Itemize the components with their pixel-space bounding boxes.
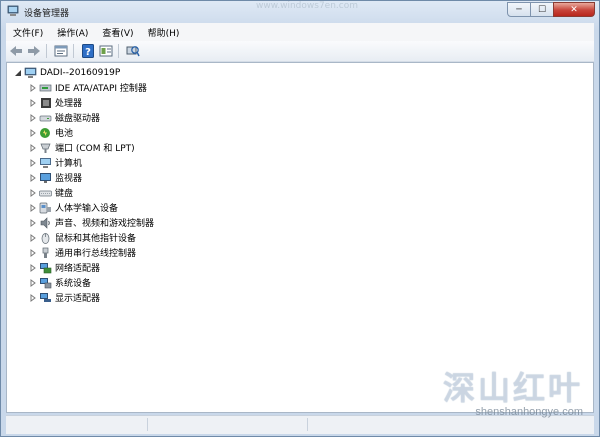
watermark-logo: 深山红叶 bbox=[442, 369, 583, 407]
menu-view[interactable]: 查看(V) bbox=[95, 26, 140, 39]
tree-item[interactable]: 磁盘驱动器 bbox=[28, 110, 100, 125]
tree-item-label: 人体学输入设备 bbox=[55, 204, 119, 214]
expand-icon[interactable] bbox=[28, 263, 37, 272]
device-manager-app-icon bbox=[7, 5, 19, 17]
expand-icon[interactable] bbox=[28, 248, 37, 257]
tree-item[interactable]: 网络适配器 bbox=[28, 260, 100, 275]
expand-icon[interactable] bbox=[28, 98, 37, 107]
tree-item[interactable]: 通用串行总线控制器 bbox=[28, 245, 136, 260]
tree-item[interactable]: 键盘 bbox=[28, 185, 73, 200]
expand-icon[interactable] bbox=[28, 113, 37, 122]
expand-icon[interactable] bbox=[28, 143, 37, 152]
tree-item[interactable]: 电池 bbox=[28, 125, 73, 140]
close-button[interactable]: ✕ bbox=[553, 2, 595, 17]
maximize-icon: ☐ bbox=[537, 4, 547, 15]
menu-file[interactable]: 文件(F) bbox=[6, 26, 50, 39]
expand-icon[interactable] bbox=[28, 233, 37, 242]
window-title: 设备管理器 bbox=[24, 9, 70, 19]
expand-icon[interactable] bbox=[28, 83, 37, 92]
expand-icon[interactable] bbox=[28, 218, 37, 227]
tree-item[interactable]: 声音、视频和游戏控制器 bbox=[28, 215, 154, 230]
ide-controller-icon bbox=[39, 82, 52, 94]
tree-item[interactable]: 鼠标和其他指针设备 bbox=[28, 230, 136, 245]
menu-action[interactable]: 操作(A) bbox=[50, 26, 95, 39]
battery-icon bbox=[39, 127, 52, 139]
maximize-button[interactable]: ☐ bbox=[530, 2, 554, 17]
toolbar-separator bbox=[118, 44, 119, 58]
mouse-icon bbox=[39, 232, 52, 244]
watermark: 深山红叶 shenshanhongye.com bbox=[433, 371, 583, 418]
tree-item[interactable]: 端口 (COM 和 LPT) bbox=[28, 140, 135, 155]
tree-item[interactable]: 系统设备 bbox=[28, 275, 91, 290]
minimize-button[interactable]: ─ bbox=[507, 2, 531, 17]
forward-icon[interactable] bbox=[26, 43, 42, 59]
tree-item-label: 磁盘驱动器 bbox=[55, 114, 101, 124]
network-icon bbox=[39, 262, 52, 274]
tree-item-label: 计算机 bbox=[55, 159, 83, 169]
tree-item-label: 鼠标和其他指针设备 bbox=[55, 234, 137, 244]
tree-item-label: 监视器 bbox=[55, 174, 83, 184]
tree-item[interactable]: 处理器 bbox=[28, 95, 82, 110]
tree-item[interactable]: IDE ATA/ATAPI 控制器 bbox=[28, 80, 147, 95]
tree-item-label: 通用串行总线控制器 bbox=[55, 249, 137, 259]
toolbar: ? bbox=[6, 41, 594, 62]
tree-item-label: 网络适配器 bbox=[55, 264, 101, 274]
tree-item[interactable]: 计算机 bbox=[28, 155, 82, 170]
device-manager-window: 设备管理器 www.windows7en.com ─ ☐ ✕ 文件(F) 操作(… bbox=[0, 0, 600, 437]
tree-item-label: 端口 (COM 和 LPT) bbox=[55, 144, 135, 154]
computer-icon bbox=[39, 157, 52, 169]
toolbar-separator bbox=[73, 44, 74, 58]
processor-icon bbox=[39, 97, 52, 109]
tree-root-label: DADI--20160919P bbox=[40, 67, 121, 78]
tree-item-label: 显示适配器 bbox=[55, 294, 101, 304]
tree-item-label: 处理器 bbox=[55, 99, 83, 109]
expand-icon[interactable] bbox=[28, 128, 37, 137]
svg-text:?: ? bbox=[85, 47, 91, 58]
system-device-icon bbox=[39, 277, 52, 289]
expand-icon[interactable] bbox=[28, 173, 37, 182]
monitor-icon bbox=[39, 172, 52, 184]
port-icon bbox=[39, 142, 52, 154]
tree-item-label: 声音、视频和游戏控制器 bbox=[55, 219, 155, 229]
tree-item-label: IDE ATA/ATAPI 控制器 bbox=[55, 84, 147, 94]
disk-drive-icon bbox=[39, 112, 52, 124]
toolbar-separator bbox=[46, 44, 47, 58]
usb-icon bbox=[39, 247, 52, 259]
display-adapter-icon bbox=[39, 292, 52, 304]
tree-item-label: 系统设备 bbox=[55, 279, 92, 289]
tree-item[interactable]: 显示适配器 bbox=[28, 290, 100, 305]
expand-icon[interactable] bbox=[28, 188, 37, 197]
view-icon[interactable] bbox=[98, 43, 114, 59]
status-divider bbox=[146, 418, 148, 431]
expand-icon[interactable] bbox=[28, 158, 37, 167]
expand-icon[interactable] bbox=[28, 278, 37, 287]
tree-item[interactable]: 监视器 bbox=[28, 170, 82, 185]
title-bar[interactable]: 设备管理器 www.windows7en.com ─ ☐ ✕ bbox=[1, 1, 599, 22]
hid-icon bbox=[39, 202, 52, 214]
status-divider bbox=[306, 418, 308, 431]
minimize-icon: ─ bbox=[516, 4, 522, 15]
device-tree[interactable]: DADI--20160919P IDE ATA/ATAPI 控制器 处理器 磁盘… bbox=[6, 62, 594, 413]
tree-item-label: 电池 bbox=[55, 129, 74, 139]
collapse-icon[interactable] bbox=[13, 68, 22, 77]
tree-item-label: 键盘 bbox=[55, 189, 74, 199]
back-icon[interactable] bbox=[8, 43, 24, 59]
menu-help[interactable]: 帮助(H) bbox=[141, 26, 187, 39]
tree-root-node[interactable]: DADI--20160919P bbox=[13, 65, 120, 80]
caption-buttons: ─ ☐ ✕ bbox=[507, 2, 595, 18]
properties-icon[interactable] bbox=[53, 43, 69, 59]
scan-hardware-icon[interactable] bbox=[125, 43, 141, 59]
expand-icon[interactable] bbox=[28, 203, 37, 212]
keyboard-icon bbox=[39, 187, 52, 199]
watermark-url: shenshanhongye.com bbox=[475, 406, 583, 418]
computer-icon bbox=[24, 67, 37, 79]
tree-item[interactable]: 人体学输入设备 bbox=[28, 200, 118, 215]
sound-icon bbox=[39, 216, 52, 229]
close-icon: ✕ bbox=[570, 4, 578, 15]
expand-icon[interactable] bbox=[28, 293, 37, 302]
background-url-text: www.windows7en.com bbox=[256, 1, 359, 11]
help-icon[interactable]: ? bbox=[80, 43, 96, 59]
menu-bar: 文件(F) 操作(A) 查看(V) 帮助(H) bbox=[6, 23, 594, 41]
